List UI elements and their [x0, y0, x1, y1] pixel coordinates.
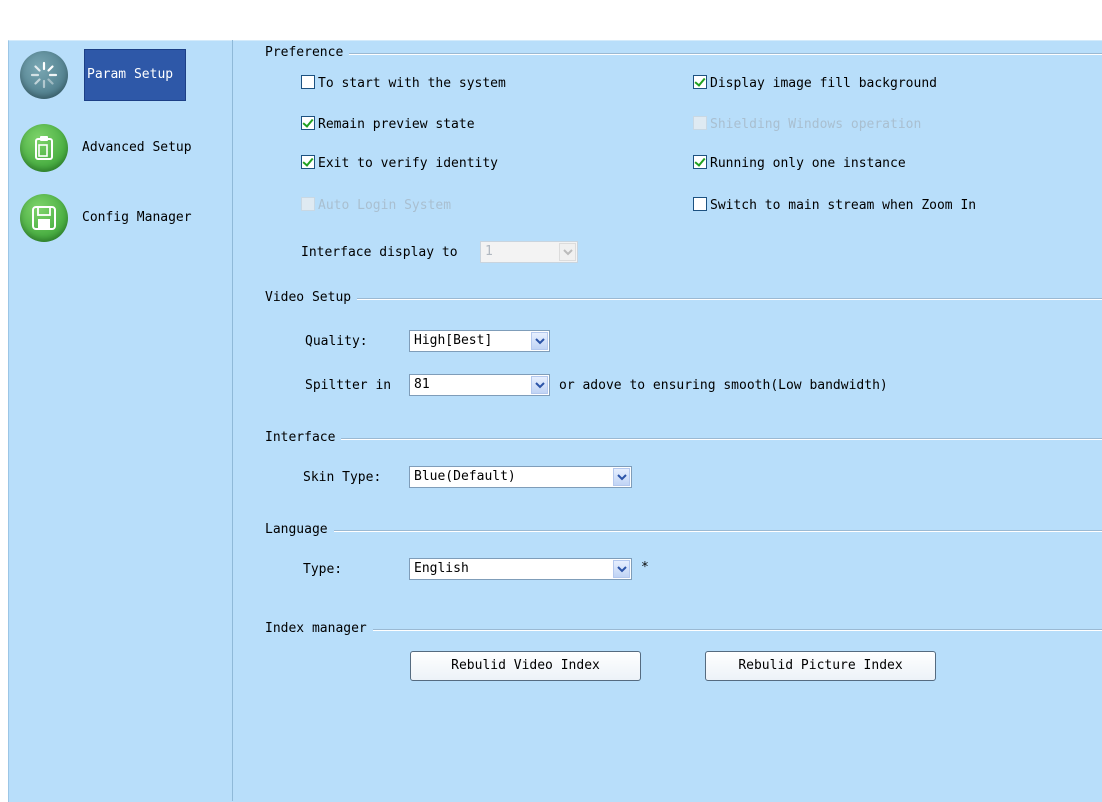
shielding-windows-checkbox: Shielding Windows operation [693, 115, 921, 135]
start-with-system-checkbox[interactable]: To start with the system [301, 74, 506, 94]
skin-type-label: Skin Type: [303, 470, 382, 485]
clipboard-icon [20, 124, 68, 172]
splitter-label: Spiltter in [305, 378, 392, 393]
single-instance-checkbox[interactable]: Running only one instance [693, 154, 906, 174]
index-manager-group-line [265, 629, 1102, 631]
chevron-down-icon [531, 376, 548, 394]
language-select[interactable]: English [409, 558, 632, 580]
sidebar-item-param-setup[interactable]: Param Setup [8, 45, 230, 105]
remain-preview-state-checkbox[interactable]: Remain preview state [301, 115, 475, 135]
checkmark-icon [694, 155, 706, 167]
sidebar-item-advanced-setup[interactable]: Advanced Setup [8, 118, 230, 178]
interface-group-line [265, 438, 1102, 440]
preference-legend: Preference [265, 45, 350, 61]
sidebar-item-label: Param Setup [84, 49, 186, 101]
interface-display-select: 1 [480, 241, 578, 263]
sidebar-item-label: Config Manager [82, 210, 192, 225]
zoom-main-stream-checkbox[interactable]: Switch to main stream when Zoom In [693, 196, 976, 216]
spinner-icon [20, 51, 68, 99]
sidebar: Param Setup Advanced Setup Config Manage… [8, 40, 233, 801]
rebuild-picture-index-button[interactable]: Rebulid Picture Index [705, 651, 936, 681]
sidebar-item-label: Advanced Setup [82, 140, 192, 155]
language-type-label: Type: [303, 562, 343, 577]
language-legend: Language [265, 522, 334, 538]
checkmark-icon [302, 155, 314, 167]
chevron-down-icon [613, 468, 630, 486]
video-setup-legend: Video Setup [265, 290, 358, 306]
chevron-down-icon [559, 243, 576, 261]
rebuild-video-index-button[interactable]: Rebulid Video Index [410, 651, 641, 681]
interface-display-label: Interface display to [301, 245, 458, 260]
quality-label: Quality: [305, 334, 368, 349]
splitter-hint-text: or adove to ensuring smooth(Low bandwidt… [559, 378, 888, 393]
interface-legend: Interface [265, 430, 342, 446]
checkmark-icon [302, 116, 314, 128]
preference-group-line [265, 53, 1102, 55]
video-setup-group-line [265, 298, 1102, 300]
splitter-select[interactable]: 81 [409, 374, 550, 396]
display-image-fill-checkbox[interactable]: Display image fill background [693, 74, 937, 94]
required-asterisk: * [641, 560, 649, 575]
skin-type-select[interactable]: Blue(Default) [409, 466, 632, 488]
param-setup-content: Preference To start with the system Disp… [232, 40, 1102, 801]
exit-verify-identity-checkbox[interactable]: Exit to verify identity [301, 154, 498, 174]
sidebar-item-config-manager[interactable]: Config Manager [8, 188, 230, 248]
chevron-down-icon [613, 560, 630, 578]
floppy-disk-icon [20, 194, 68, 242]
quality-select[interactable]: High[Best] [409, 330, 550, 352]
index-manager-legend: Index manager [265, 621, 373, 637]
chevron-down-icon [531, 332, 548, 350]
auto-login-checkbox: Auto Login System [301, 196, 451, 216]
checkmark-icon [694, 75, 706, 87]
language-group-line [265, 530, 1102, 532]
